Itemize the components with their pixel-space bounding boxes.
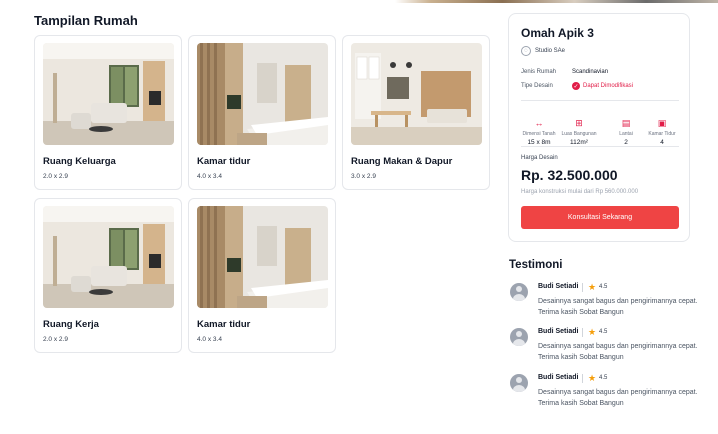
ruler-arrows-icon: ↔ [534,118,544,128]
stat-label: Lantai [619,131,633,137]
room-size: 2.0 x 2.9 [43,336,68,343]
avatar [510,328,528,346]
room-photo [43,43,174,145]
stat-label: Luas Bangunan [561,131,597,137]
room-name: Kamar tidur [197,319,251,330]
design-title: Omah Apik 3 [521,26,594,40]
avatar [510,374,528,392]
reviewer-name: Budi Setiadi [538,283,579,290]
stat-land-dimension: ↔ Dimensi Tanah 15 x 8m [519,118,559,146]
stat-value: 4 [660,139,664,146]
review-text: Desainnya sangat bagus dan pengirimannya… [538,298,698,316]
rating-value: 4.5 [599,284,608,290]
design-type-value: ✓ Dapat Dimodifikasi [572,82,633,90]
room-photo [197,43,328,145]
star-icon: ★ [588,373,597,383]
star-icon: ★ [588,282,597,292]
stat-value: 15 x 8m [527,139,551,146]
stat-value: 2 [624,139,628,146]
price-label: Harga Desain [521,155,558,161]
design-price: Rp. 32.500.000 [521,167,618,183]
studio-logo-icon: ◌ [521,46,531,56]
floors-icon: ▤ [621,118,631,128]
studio-info[interactable]: ◌ Studio SAe [521,46,565,56]
review-text: Desainnya sangat bagus dan pengirimannya… [538,389,698,407]
room-size: 4.0 x 3.4 [197,173,222,180]
room-name: Ruang Keluarga [43,156,116,167]
stat-label: Kamar Tidur [648,131,676,137]
room-name: Ruang Kerja [43,319,99,330]
separator [582,374,583,383]
design-type-text: Dapat Dimodifikasi [583,83,634,89]
room-name: Kamar tidur [197,156,251,167]
studio-name: Studio SAe [535,48,566,54]
room-size: 3.0 x 2.9 [351,173,376,180]
avatar [510,283,528,301]
stat-building-area: ⊞ Luas Bangunan 112m² [559,118,599,146]
stat-floors: ▤ Lantai 2 [606,118,646,146]
room-photo [43,206,174,308]
separator [582,328,583,337]
construction-price-note: Harga konstruksi mulai dari Rp 560.000.0… [521,189,639,195]
stat-value: 112m² [570,139,588,146]
review-text: Desainnya sangat bagus dan pengirimannya… [538,343,698,361]
room-card[interactable]: Kamar tidur 4.0 x 3.4 [188,35,336,190]
section-title: Tampilan Rumah [34,13,138,28]
floor-area-icon: ⊞ [575,118,583,128]
divider [521,100,679,101]
rating-value: 4.5 [599,375,608,381]
stat-label: Dimensi Tanah [522,131,556,137]
house-type-label: Jenis Rumah [521,69,557,75]
check-circle-icon: ✓ [572,82,580,90]
reviewer-name: Budi Setiadi [538,374,579,381]
divider [521,146,679,147]
bed-icon: ▣ [657,118,667,128]
star-icon: ★ [588,327,597,337]
house-type-value: Scandinavian [572,69,609,75]
room-photo [351,43,482,145]
room-card[interactable]: Ruang Kerja 2.0 x 2.9 [34,198,182,353]
room-name: Ruang Makan & Dapur [351,156,453,167]
room-card[interactable]: Kamar tidur 4.0 x 3.4 [188,198,336,353]
stat-bedrooms: ▣ Kamar Tidur 4 [642,118,682,146]
design-info-panel: Omah Apik 3 ◌ Studio SAe Jenis Rumah Sca… [508,13,690,242]
room-card[interactable]: Ruang Makan & Dapur 3.0 x 2.9 [342,35,490,190]
separator [582,283,583,292]
rating-value: 4.5 [599,329,608,335]
reviewer-name: Budi Setiadi [538,328,579,335]
room-card[interactable]: Ruang Keluarga 2.0 x 2.9 [34,35,182,190]
design-type-label: Tipe Desain [521,83,553,89]
room-size: 2.0 x 2.9 [43,173,68,180]
room-photo [197,206,328,308]
testimonials-title: Testimoni [509,259,563,271]
top-banner-strip [0,0,718,3]
consult-now-button[interactable]: Konsultasi Sekarang [521,206,679,229]
room-size: 4.0 x 3.4 [197,336,222,343]
